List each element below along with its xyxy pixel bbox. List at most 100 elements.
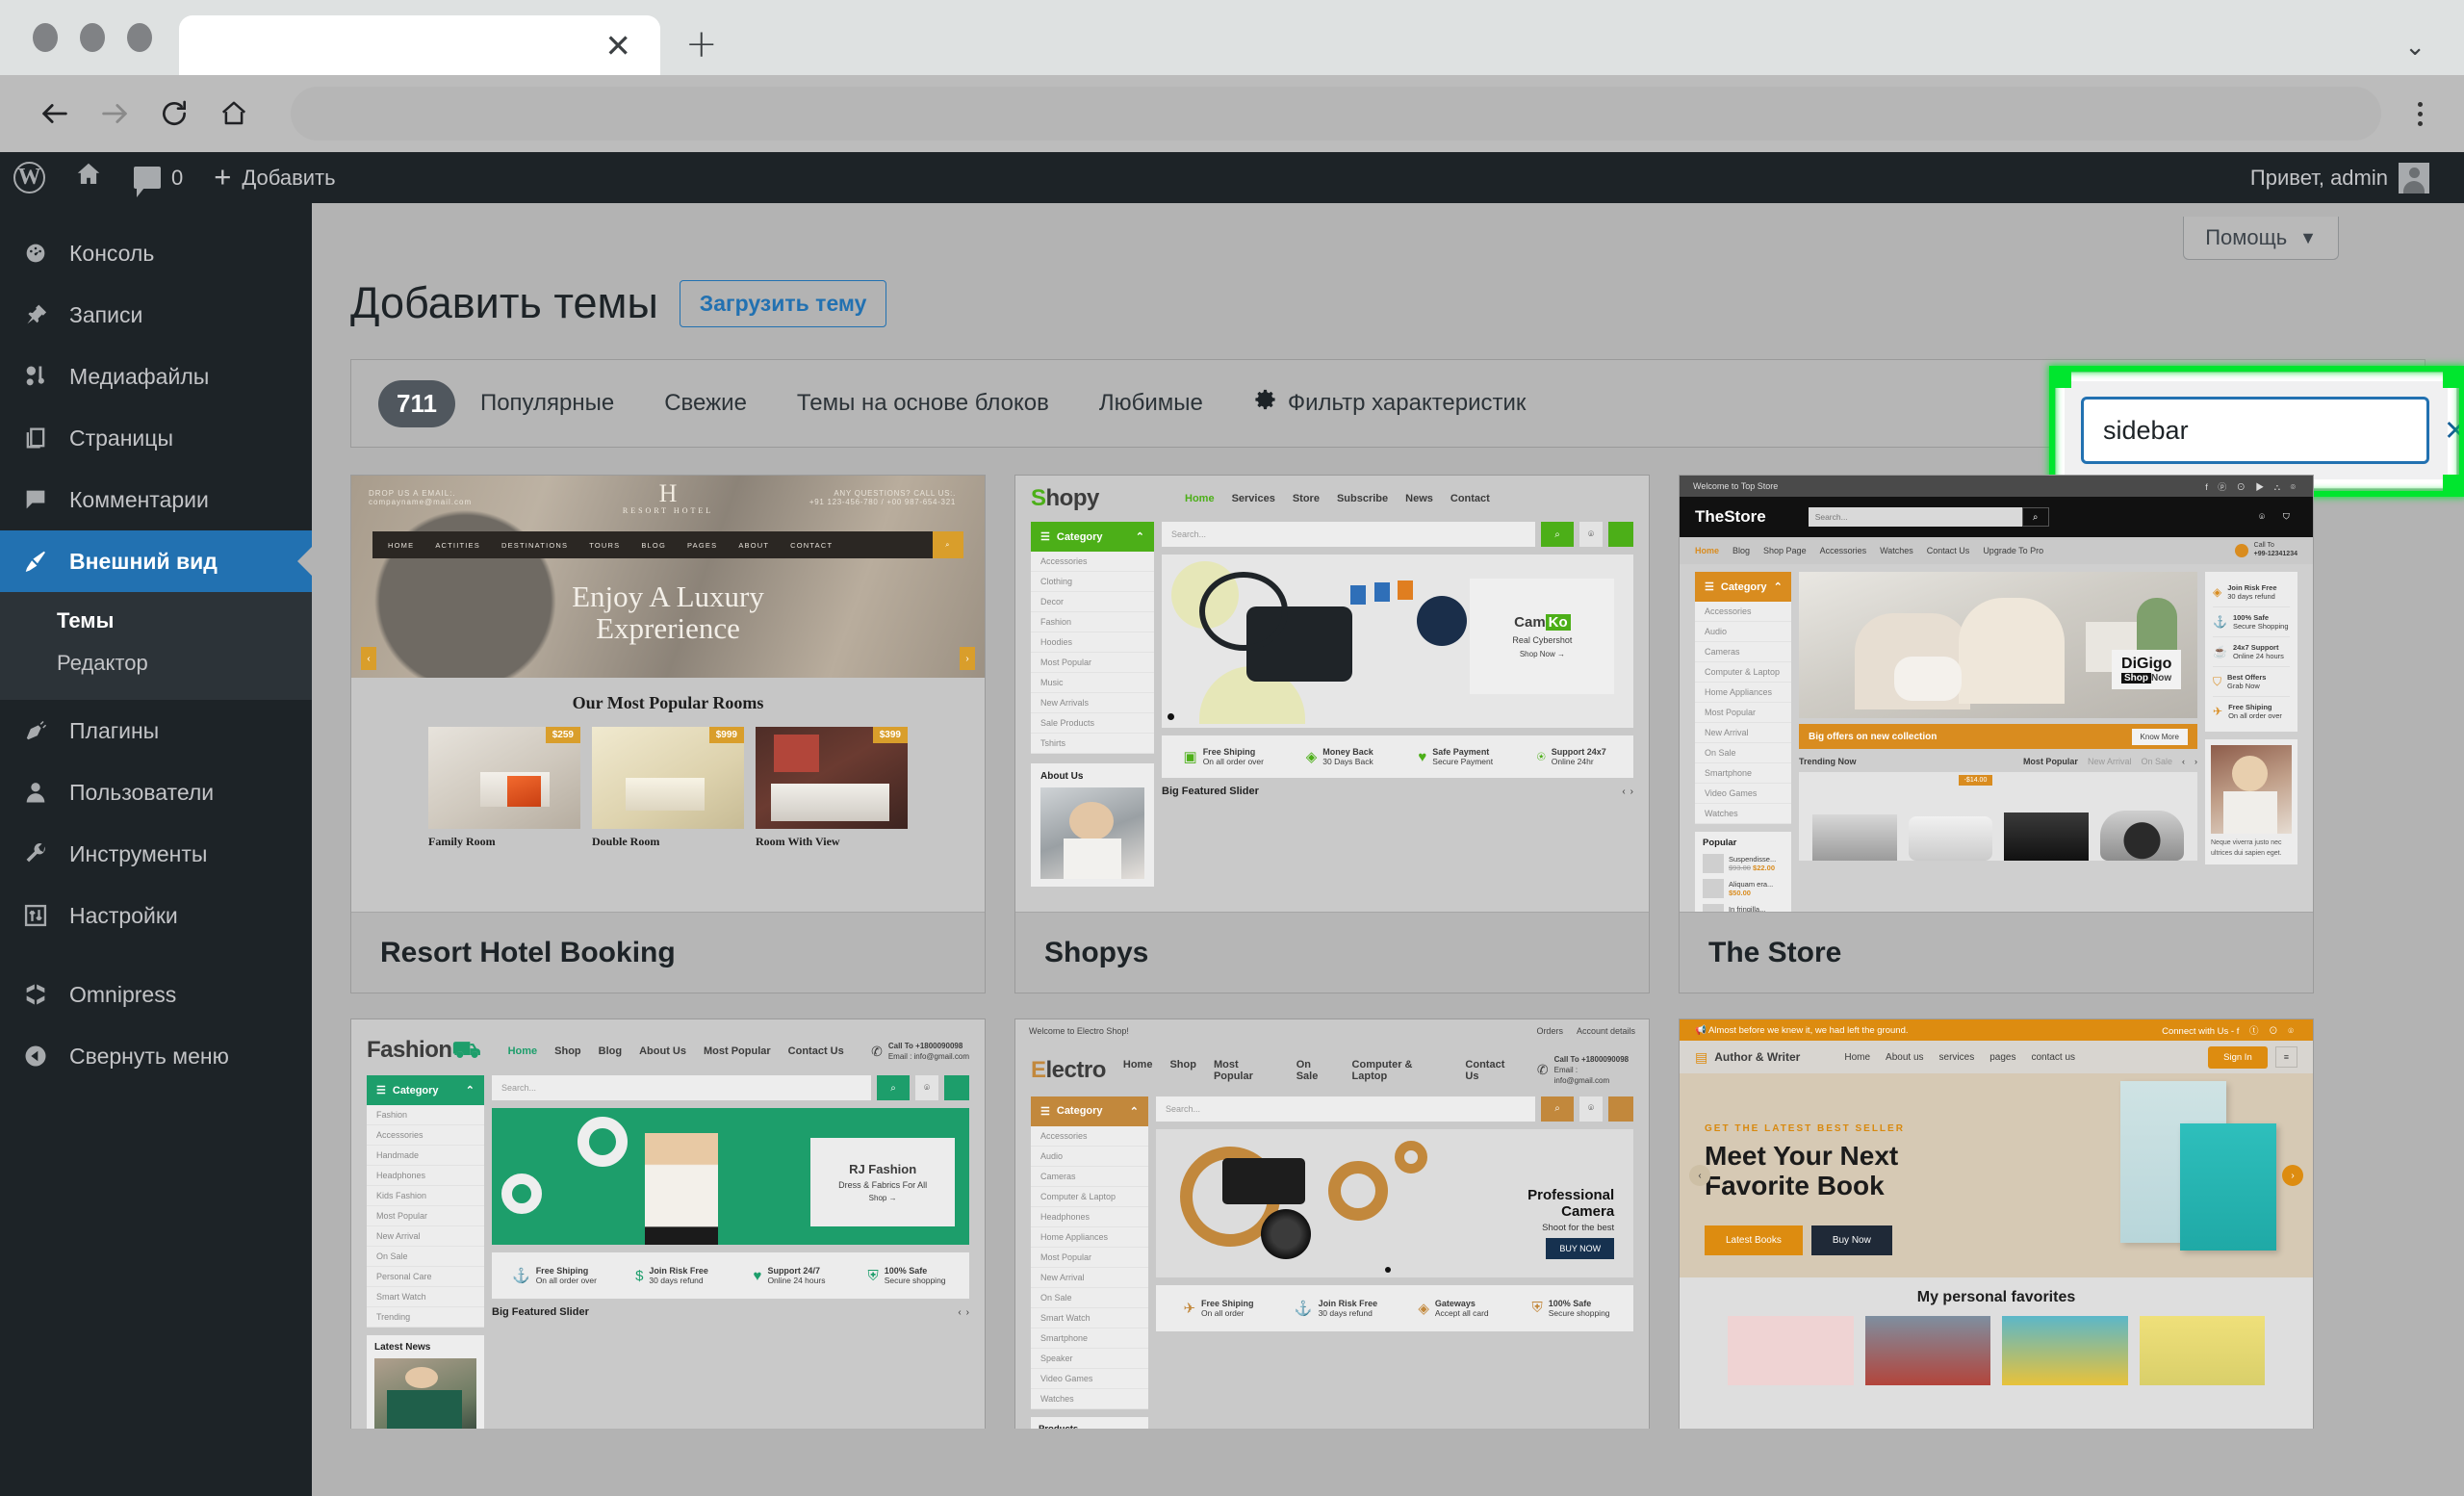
list-item[interactable]: Most Popular (367, 1206, 484, 1226)
list-item[interactable]: Accessories (1695, 602, 1791, 622)
product-thumb[interactable] (1812, 814, 1897, 861)
list-item[interactable]: Smartphone (1031, 1328, 1148, 1349)
nav-link[interactable]: Home (1695, 546, 1719, 555)
nav-link[interactable]: services (1939, 1052, 1975, 1063)
list-item[interactable]: Cameras (1031, 1167, 1148, 1187)
buy-now-button[interactable]: BUY NOW (1546, 1238, 1615, 1260)
category-header[interactable]: ☰ Category ⌃ (1695, 572, 1791, 602)
theme-screenshot[interactable]: Welcome to Electro Shop! Orders Account … (1015, 1019, 1649, 1429)
sidebar-item-comments[interactable]: Комментарии (0, 469, 312, 530)
search-input[interactable]: Search... (1162, 522, 1535, 547)
book-thumb[interactable] (2002, 1316, 2128, 1385)
nav-link[interactable]: Shop (1169, 1059, 1196, 1082)
search-input[interactable] (2103, 415, 2444, 446)
know-more-button[interactable]: Know More (2131, 728, 2188, 745)
top-link-account[interactable]: Account details (1577, 1026, 1635, 1036)
nav-link[interactable]: HOME (388, 541, 414, 550)
theme-screenshot[interactable]: Shopy Home Services Store Subscribe News… (1015, 476, 1649, 912)
list-item[interactable]: Watches (1695, 804, 1791, 824)
book-thumb[interactable] (1864, 1316, 1990, 1385)
sidebar-item-appearance[interactable]: Внешний вид (0, 530, 312, 592)
list-item[interactable]: Most Popular (1695, 703, 1791, 723)
tab-most-popular[interactable]: Most Popular (2023, 757, 2078, 766)
list-item[interactable]: Watches (1031, 1389, 1148, 1409)
window-close-dot[interactable] (33, 23, 58, 52)
list-item[interactable]: Suspendisse... $93.00 $22.00 (1703, 854, 1784, 873)
search-icon[interactable]: ⌕ (1541, 522, 1574, 547)
buy-now-button[interactable]: Buy Now (1810, 1225, 1892, 1255)
list-item[interactable]: Handmade (367, 1146, 484, 1166)
nav-link[interactable]: Services (1232, 493, 1275, 504)
menu-icon[interactable]: ≡ (2274, 1046, 2297, 1068)
site-home-button[interactable] (59, 152, 118, 203)
sidebar-item-settings[interactable]: Настройки (0, 885, 312, 946)
slider-next-icon[interactable]: › (2194, 757, 2197, 766)
list-item[interactable]: Smart Watch (367, 1287, 484, 1307)
category-header[interactable]: ☰ Category ⌃ (1031, 522, 1154, 552)
slider-next-icon[interactable]: › (960, 647, 975, 670)
hero-slider[interactable]: RJ Fashion Dress & Fabrics For All Shop … (492, 1108, 969, 1245)
url-input[interactable] (291, 87, 2381, 141)
list-item[interactable]: Headphones (367, 1166, 484, 1186)
nav-link[interactable]: Home (1185, 493, 1215, 504)
filter-link-popular[interactable]: Популярные (455, 390, 639, 417)
cart-icon[interactable] (1608, 1096, 1633, 1122)
nav-link[interactable]: Home (508, 1045, 538, 1057)
list-item[interactable]: Clothing (1031, 572, 1154, 592)
slider-next-icon[interactable]: › (1630, 787, 1633, 797)
theme-card[interactable]: Shopy Home Services Store Subscribe News… (1014, 475, 1650, 993)
slider-next-icon[interactable]: › (2282, 1165, 2303, 1186)
close-icon[interactable]: ✕ (2444, 414, 2464, 447)
theme-card[interactable]: Welcome to Electro Shop! Orders Account … (1014, 1019, 1650, 1429)
nav-link[interactable]: BLOG (641, 541, 666, 550)
nav-link[interactable]: Store (1293, 493, 1320, 504)
nav-link[interactable]: ACTIITIES (435, 541, 480, 550)
nav-link[interactable]: Most Popular (1214, 1059, 1279, 1082)
cart-icon[interactable] (944, 1075, 969, 1100)
list-item[interactable]: Tshirts (1031, 734, 1154, 754)
list-item[interactable]: Trending (367, 1307, 484, 1328)
nav-link[interactable]: News (1405, 493, 1433, 504)
list-item[interactable]: In fringilla... $70.00 $65.00 (1703, 904, 1784, 912)
add-new-button[interactable]: + Добавить (198, 152, 350, 203)
chevron-down-icon[interactable]: ⌄ (2404, 32, 2426, 62)
hero-slider[interactable]: Professional Camera Shoot for the best B… (1156, 1128, 1633, 1277)
nav-link[interactable]: Blog (599, 1045, 622, 1057)
filter-link-favorites[interactable]: Любимые (1074, 390, 1228, 417)
sidebar-item-posts[interactable]: Записи (0, 284, 312, 346)
nav-link[interactable]: Contact Us (1927, 546, 1970, 555)
hero-cta[interactable]: Shop → (869, 1194, 897, 1202)
slider-prev-icon[interactable]: ‹ (2182, 757, 2185, 766)
book-thumb[interactable] (1728, 1316, 1854, 1385)
list-item[interactable]: Decor (1031, 592, 1154, 612)
nav-link[interactable]: Contact Us (788, 1045, 844, 1057)
list-item[interactable]: Home Appliances (1695, 683, 1791, 703)
list-item[interactable]: New Arrivals (1031, 693, 1154, 713)
theme-screenshot[interactable]: DROP US A EMAIL:. compayname@mail.com AN… (351, 476, 985, 912)
list-item[interactable]: Headphones (1031, 1207, 1148, 1227)
filter-link-feature-filter[interactable]: Фильтр характеристик (1228, 388, 1552, 419)
theme-screenshot[interactable]: Fashion⛟ Home Shop Blog About Us Most Po… (351, 1019, 985, 1429)
slider-next-icon[interactable]: › (966, 1307, 969, 1318)
list-item[interactable]: Hoodies (1031, 632, 1154, 653)
theme-card[interactable]: Fashion⛟ Home Shop Blog About Us Most Po… (350, 1019, 986, 1429)
close-icon[interactable]: ✕ (604, 30, 631, 62)
top-link-orders[interactable]: Orders (1536, 1026, 1563, 1036)
slider-prev-icon[interactable]: ‹ (1689, 1165, 1710, 1186)
filter-link-latest[interactable]: Свежие (639, 390, 772, 417)
nav-link[interactable]: Subscribe (1337, 493, 1388, 504)
nav-link[interactable]: ABOUT (738, 541, 769, 550)
wp-logo-button[interactable]: W (0, 152, 59, 203)
book-thumb[interactable] (2139, 1316, 2265, 1385)
account-icon[interactable]: ⌾ (1579, 522, 1603, 547)
nav-link[interactable]: Upgrade To Pro (1983, 546, 2043, 555)
collapse-menu-button[interactable]: Свернуть меню (0, 1025, 312, 1087)
theme-card[interactable]: 📢 Almost before we knew it, we had left … (1679, 1019, 2314, 1429)
nav-link[interactable]: Most Popular (704, 1045, 771, 1057)
sidebar-item-pages[interactable]: Страницы (0, 407, 312, 469)
slider-dot[interactable] (1385, 1266, 1392, 1273)
theme-card[interactable]: DROP US A EMAIL:. compayname@mail.com AN… (350, 475, 986, 993)
social-icons[interactable]: f ⓣ ⊙ ⌾ (2237, 1026, 2297, 1037)
nav-link[interactable]: Blog (1732, 546, 1750, 555)
hero-cta-b[interactable]: Now (2151, 673, 2171, 684)
